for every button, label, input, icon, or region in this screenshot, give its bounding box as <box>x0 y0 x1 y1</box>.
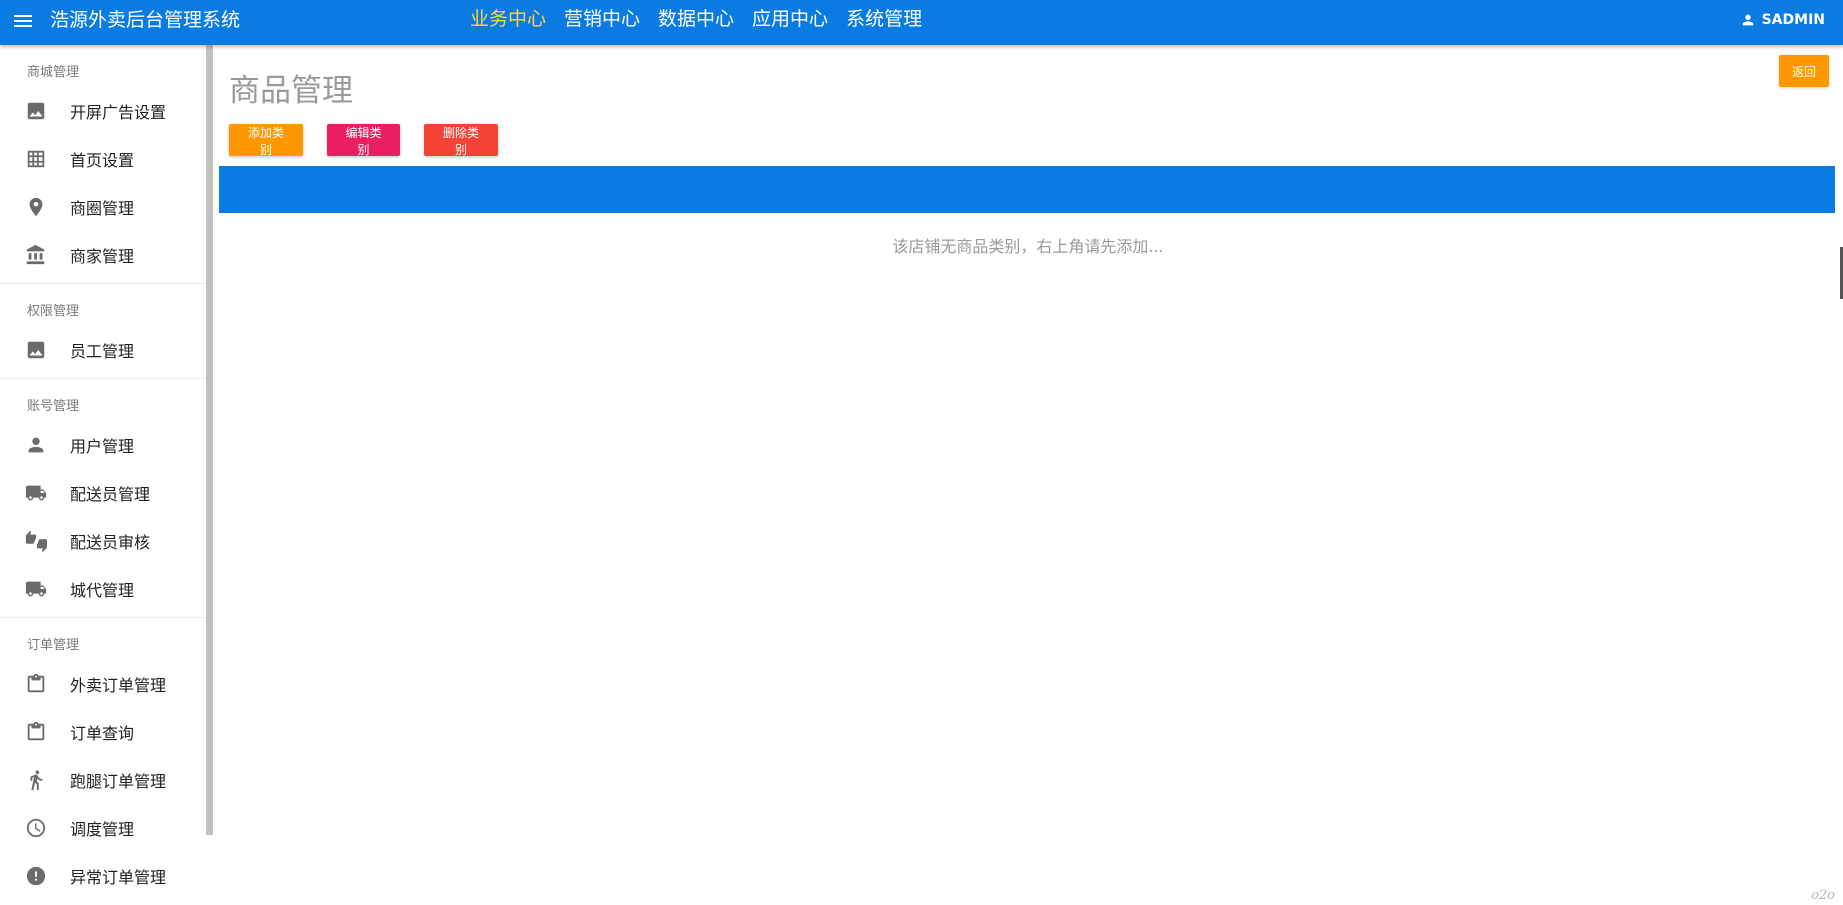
alert-icon <box>24 864 48 888</box>
sidebar-item-label: 异常订单管理 <box>70 868 167 887</box>
sidebar-item-label: 配送员管理 <box>70 485 151 504</box>
sidebar-item-label: 调度管理 <box>70 820 135 839</box>
sidebar-item-abnormal-orders[interactable]: 异常订单管理 <box>0 852 213 900</box>
menu-icon[interactable] <box>14 12 32 32</box>
clipboard-icon <box>24 720 48 744</box>
sidebar-item-business-district[interactable]: 商圈管理 <box>0 183 213 231</box>
sidebar-item-users[interactable]: 用户管理 <box>0 421 213 469</box>
nav-app-center[interactable]: 应用中心 <box>752 8 828 30</box>
edit-category-button[interactable]: 编辑类别 <box>327 124 400 157</box>
sidebar-item-label: 商圈管理 <box>70 199 135 218</box>
image-icon <box>24 338 48 362</box>
sidebar-item-label: 商家管理 <box>70 247 135 266</box>
grid-icon <box>24 147 48 171</box>
section-title: 账号管理 <box>27 399 80 414</box>
sidebar-item-label: 城代管理 <box>70 581 135 600</box>
sidebar-item-label: 跑腿订单管理 <box>70 772 167 791</box>
truck-icon <box>24 481 48 505</box>
sidebar-item-label: 外卖订单管理 <box>70 676 167 695</box>
user-name: SADMIN <box>1761 12 1825 28</box>
user-menu[interactable]: SADMIN <box>1740 12 1825 28</box>
location-pin-icon <box>24 195 48 219</box>
sidebar-item-label: 首页设置 <box>70 151 135 170</box>
delete-category-button[interactable]: 删除类别 <box>424 124 498 157</box>
empty-message: 该店铺无商品类别，右上角请先添加... <box>892 237 1164 256</box>
sidebar-item-home-settings[interactable]: 首页设置 <box>0 135 213 183</box>
sidebar-section-orders: 订单管理 外卖订单管理 订单查询 跑腿订单管理 调度管理 异常订单管理 <box>0 618 213 904</box>
category-tab-bar <box>219 166 1835 213</box>
sidebar-item-couriers[interactable]: 配送员管理 <box>0 469 213 517</box>
bank-icon <box>24 243 48 267</box>
sidebar-item-errand-orders[interactable]: 跑腿订单管理 <box>0 756 213 804</box>
clock-icon <box>24 816 48 840</box>
sidebar-item-label: 配送员审核 <box>70 533 151 552</box>
sidebar-item-label: 开屏广告设置 <box>70 103 167 122</box>
sidebar-section-mall: 商城管理 开屏广告设置 首页设置 商圈管理 商家管理 <box>0 45 213 284</box>
back-button[interactable]: 返回 <box>1779 55 1829 87</box>
section-title: 商城管理 <box>27 65 80 80</box>
nav-business-center[interactable]: 业务中心 <box>470 8 546 30</box>
add-category-button[interactable]: 添加类别 <box>229 124 303 157</box>
action-bar: 添加类别 编辑类别 删除类别 <box>229 124 498 157</box>
sidebar-section-permissions: 权限管理 员工管理 <box>0 284 213 379</box>
nav-data-center[interactable]: 数据中心 <box>658 8 734 30</box>
sidebar-item-label: 员工管理 <box>70 342 135 361</box>
main-content: 商品管理 返回 添加类别 编辑类别 删除类别 该店铺无商品类别，右上角请先添加.… <box>213 45 1843 905</box>
sidebar-item-city-agents[interactable]: 城代管理 <box>0 565 213 613</box>
sidebar-item-merchants[interactable]: 商家管理 <box>0 231 213 279</box>
sidebar-item-staff[interactable]: 员工管理 <box>0 326 213 374</box>
clipboard-icon <box>24 672 48 696</box>
top-nav: 业务中心 营销中心 数据中心 应用中心 系统管理 <box>470 8 922 30</box>
truck-icon <box>24 577 48 601</box>
page-title: 商品管理 <box>229 73 353 109</box>
section-title: 订单管理 <box>27 638 80 653</box>
sidebar-item-splash-ad[interactable]: 开屏广告设置 <box>0 87 213 135</box>
top-bar: 浩源外卖后台管理系统 业务中心 营销中心 数据中心 应用中心 系统管理 SADM… <box>0 0 1843 45</box>
sidebar: 商城管理 开屏广告设置 首页设置 商圈管理 商家管理 权限管理 员工管理 账号管… <box>0 45 213 905</box>
thumbs-icon <box>24 529 48 553</box>
sidebar-section-accounts: 账号管理 用户管理 配送员管理 配送员审核 城代管理 <box>0 379 213 618</box>
nav-marketing-center[interactable]: 营销中心 <box>564 8 640 30</box>
sidebar-item-order-query[interactable]: 订单查询 <box>0 708 213 756</box>
sidebar-scrollbar[interactable] <box>206 45 213 835</box>
app-title: 浩源外卖后台管理系统 <box>50 9 241 31</box>
sidebar-item-label: 订单查询 <box>70 724 135 743</box>
sidebar-item-dispatch[interactable]: 调度管理 <box>0 804 213 852</box>
section-title: 权限管理 <box>27 304 80 319</box>
sidebar-item-courier-review[interactable]: 配送员审核 <box>0 517 213 565</box>
runner-icon <box>24 768 48 792</box>
image-icon <box>24 99 48 123</box>
person-icon <box>1742 14 1753 26</box>
watermark: o2o <box>1811 888 1835 903</box>
person-icon <box>24 433 48 457</box>
nav-system-management[interactable]: 系统管理 <box>846 8 922 30</box>
sidebar-item-label: 用户管理 <box>70 437 135 456</box>
sidebar-item-takeout-orders[interactable]: 外卖订单管理 <box>0 660 213 708</box>
